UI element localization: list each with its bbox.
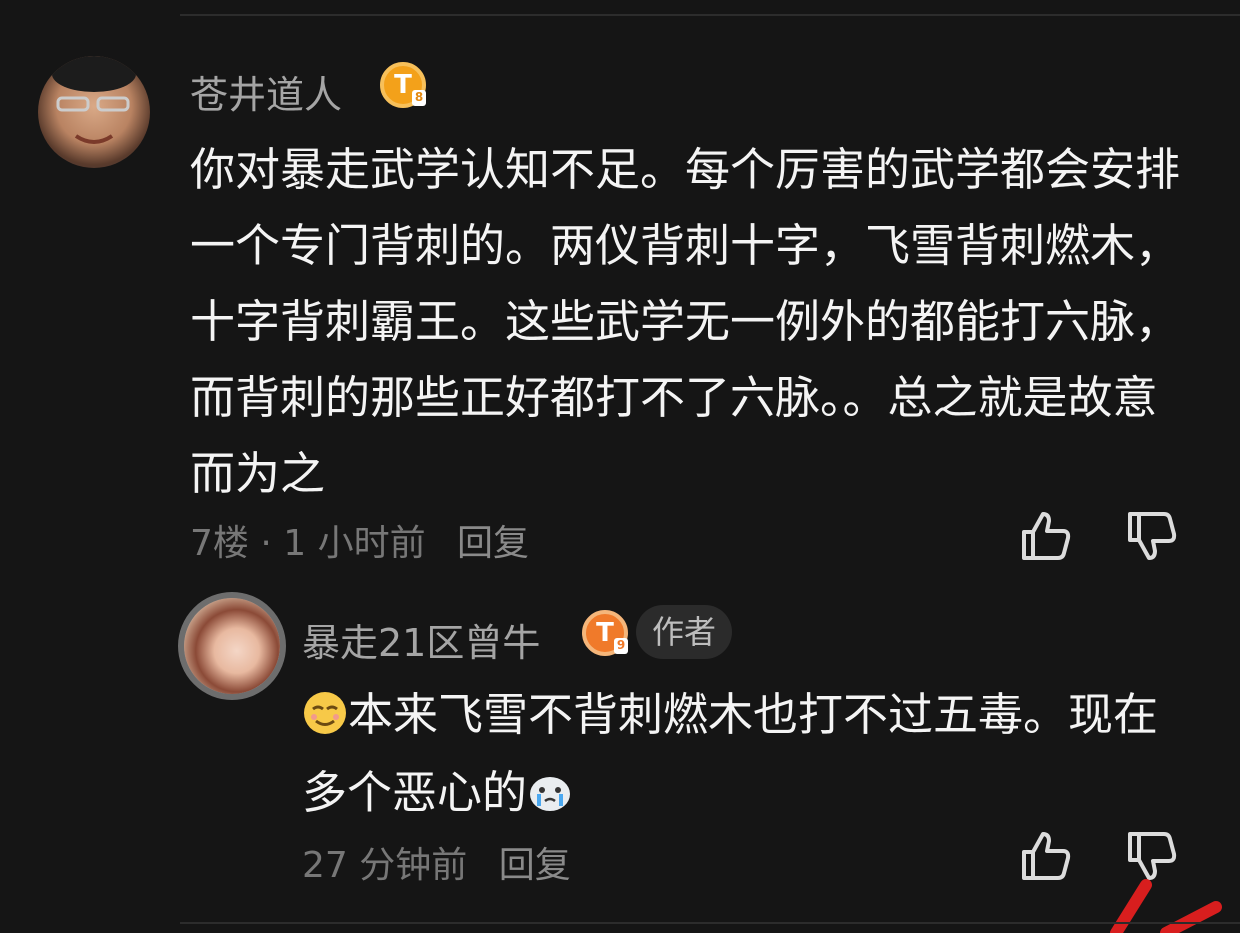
level-badge: T 9 (582, 610, 628, 656)
comment-meta: 7楼 · 1 小时前 回复 (190, 514, 529, 566)
reply-text: 本来飞雪不背刺燃木也打不过五毒。现在多个恶心的 (302, 676, 1202, 832)
reply-username[interactable]: 暴走21区曾牛 (302, 612, 540, 667)
top-divider (180, 14, 1240, 16)
bottom-divider (180, 922, 1240, 924)
badge-letter: T (394, 70, 412, 100)
level-badge: T 8 (380, 62, 426, 108)
reply-time: 27 分钟前 (302, 845, 468, 886)
comment-floor-time: 7楼 · 1 小时前 (190, 523, 426, 564)
reply-button[interactable]: 回复 (457, 523, 529, 564)
thumbs-up-icon (1022, 832, 1071, 880)
dislike-button[interactable] (1124, 508, 1180, 564)
thumbs-down-icon (1128, 512, 1177, 560)
avatar-face-illustration (52, 56, 136, 144)
comment-text: 你对暴走武学认知不足。每个厉害的武学都会安排一个专门背刺的。两仪背刺十字，飞雪背… (190, 143, 1181, 500)
commenter-username[interactable]: 苍井道人 (190, 64, 342, 119)
badge-level: 9 (614, 638, 628, 654)
reply-body: 本来飞雪不背刺燃木也打不过五毒。现在多个恶心的 (302, 688, 1159, 819)
crying-seal-emoji-icon (530, 777, 571, 811)
reply-meta: 27 分钟前 回复 (302, 836, 571, 888)
reply-author-avatar[interactable] (178, 592, 286, 700)
author-tag: 作者 (636, 605, 733, 659)
badge-letter: T (596, 618, 614, 648)
like-button[interactable] (1018, 508, 1074, 564)
thumbs-up-icon (1022, 512, 1071, 560)
commenter-avatar[interactable] (38, 56, 150, 168)
smirk-emoji-icon (304, 692, 346, 734)
reply-reply-button[interactable]: 回复 (499, 845, 571, 886)
avatar-photo (184, 598, 280, 694)
badge-level: 8 (412, 90, 426, 106)
reply-like-button[interactable] (1018, 828, 1074, 884)
